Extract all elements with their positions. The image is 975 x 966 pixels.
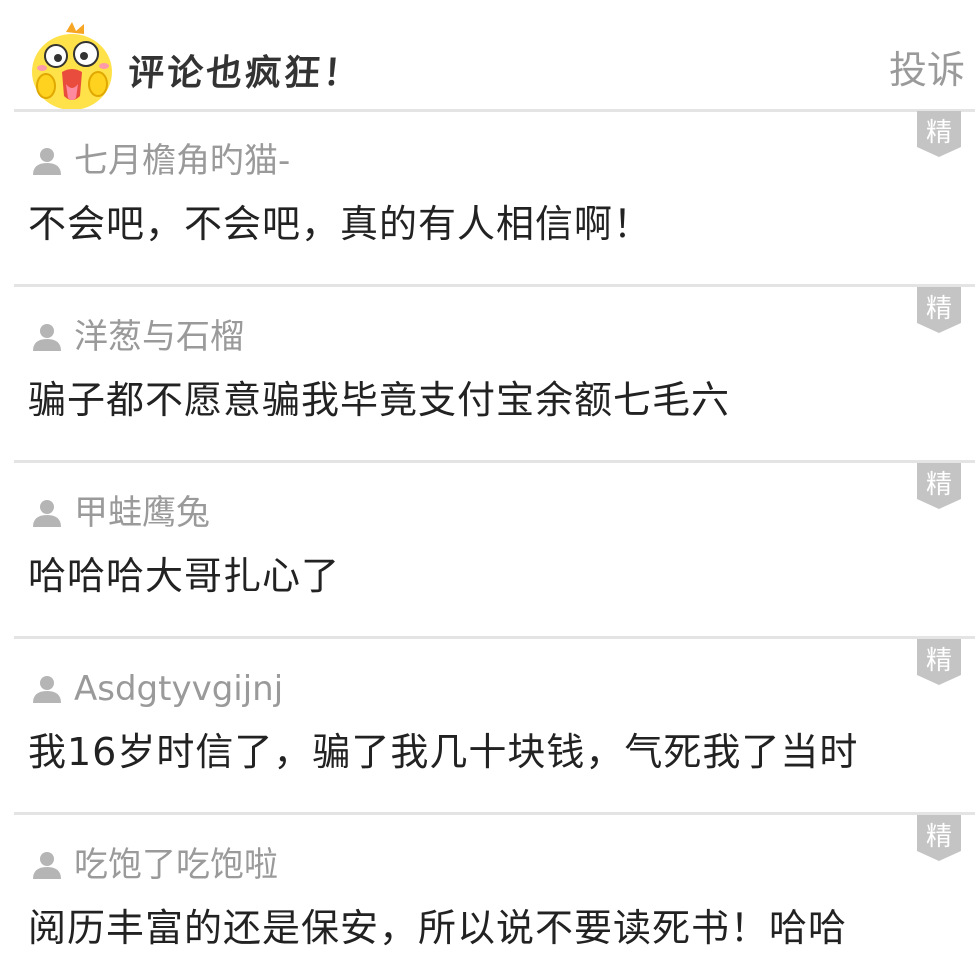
badge-label: 精 [926, 822, 952, 852]
comment-author: Asdgtyvgijnj [32, 667, 283, 711]
comment-author: 洋葱与石榴 [32, 315, 244, 359]
username[interactable]: 洋葱与石榴 [74, 315, 244, 359]
comment-item: 精 甲蛙鹰兔 哈哈哈大哥扎心了 [0, 463, 975, 639]
username[interactable]: 吃饱了吃饱啦 [74, 843, 278, 887]
comment-author: 七月檐角旳猫- [32, 139, 290, 183]
user-silhouette-icon [33, 324, 61, 351]
badge-label: 精 [926, 118, 952, 148]
comment-text: 不会吧，不会吧，真的有人相信啊！ [28, 202, 653, 246]
comment-author: 吃饱了吃饱啦 [32, 843, 278, 887]
badge-label: 精 [926, 470, 952, 500]
featured-badge-icon: 精 [917, 463, 961, 509]
featured-badge-icon: 精 [917, 815, 961, 861]
featured-badge-icon: 精 [917, 287, 961, 333]
user-silhouette-icon [33, 500, 61, 527]
comment-author: 甲蛙鹰兔 [32, 491, 210, 535]
comment-text: 阅历丰富的还是保安，所以说不要读死书！哈哈 [28, 906, 848, 950]
badge-label: 精 [926, 646, 952, 676]
yellow-chick-mascot-icon [32, 22, 112, 110]
comment-text: 哈哈哈大哥扎心了 [28, 554, 341, 598]
featured-badge-icon: 精 [917, 639, 961, 685]
username[interactable]: 七月檐角旳猫- [74, 139, 290, 183]
comment-item: 精 七月檐角旳猫- 不会吧，不会吧，真的有人相信啊！ [0, 111, 975, 287]
comment-item: 精 洋葱与石榴 骗子都不愿意骗我毕竟支付宝余额七毛六 [0, 287, 975, 463]
featured-badge-icon: 精 [917, 111, 961, 157]
username[interactable]: 甲蛙鹰兔 [74, 491, 210, 535]
username[interactable]: Asdgtyvgijnj [74, 667, 283, 711]
comment-text: 骗子都不愿意骗我毕竟支付宝余额七毛六 [28, 378, 731, 422]
user-silhouette-icon [33, 676, 61, 703]
report-button[interactable]: 投诉 [889, 47, 965, 93]
user-silhouette-icon [33, 852, 61, 879]
comment-item: 精 Asdgtyvgijnj 我16岁时信了，骗了我几十块钱，气死我了当时 [0, 639, 975, 815]
comment-text: 我16岁时信了，骗了我几十块钱，气死我了当时 [28, 730, 859, 774]
page-title: 评论也疯狂！ [126, 53, 364, 94]
user-silhouette-icon [33, 148, 61, 175]
comments-header: 评论也疯狂！ 投诉 [0, 0, 975, 110]
badge-label: 精 [926, 294, 952, 324]
comment-item: 精 吃饱了吃饱啦 阅历丰富的还是保安，所以说不要读死书！哈哈 [0, 815, 975, 966]
